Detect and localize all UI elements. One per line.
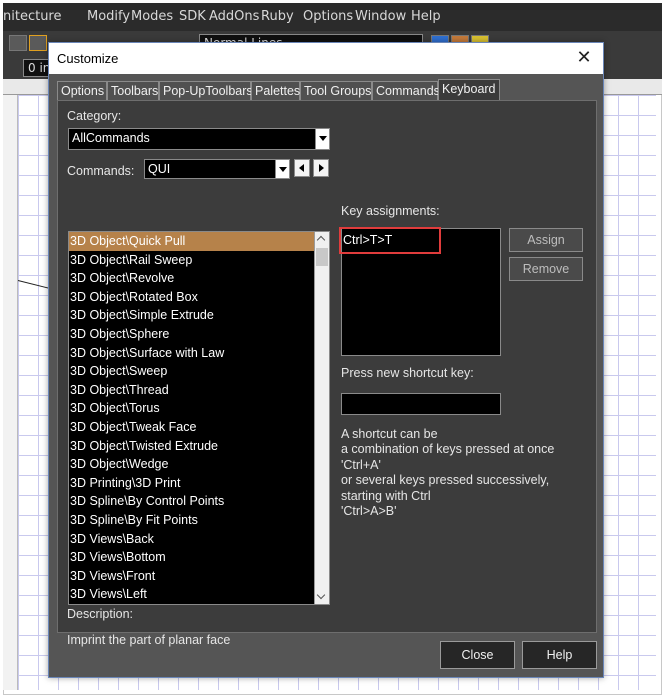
list-item[interactable]: 3D Object\Simple Extrude <box>69 306 315 325</box>
list-item[interactable]: 3D Spline\By Fit Points <box>69 511 315 530</box>
help-text-line: 'Ctrl>A>B' <box>341 504 397 518</box>
tab-commands[interactable]: Commands <box>372 81 440 101</box>
description-label: Description: <box>67 607 133 621</box>
tab-tool-groups[interactable]: Tool Groups <box>300 81 372 101</box>
list-item[interactable]: 3D Object\Twisted Extrude <box>69 437 315 456</box>
list-item[interactable]: 3D Views\Back <box>69 530 315 549</box>
menu-modes[interactable]: Modes <box>131 9 173 24</box>
menu-addons[interactable]: AddOns <box>209 9 259 24</box>
dialog-titlebar[interactable]: Customize ✕ <box>49 43 603 74</box>
list-item[interactable]: 3D Views\Left <box>69 585 315 604</box>
commands-filter-value: QUI <box>148 162 171 176</box>
remove-button[interactable]: Remove <box>509 257 583 281</box>
customize-dialog: Customize ✕ Options Toolbars Pop-UpToolb… <box>48 42 604 678</box>
scroll-down-icon[interactable] <box>315 590 329 604</box>
toolbar-tool-icon[interactable] <box>9 35 27 51</box>
list-item[interactable]: 3D Object\Sweep <box>69 362 315 381</box>
next-match-button[interactable] <box>313 159 329 177</box>
list-item[interactable]: 3D Object\Revolve <box>69 269 315 288</box>
list-item[interactable]: 3D Object\Rail Sweep <box>69 251 315 270</box>
list-item[interactable]: 3D Object\Sphere <box>69 325 315 344</box>
menu-architecture[interactable]: nitecture <box>3 9 62 24</box>
previous-match-button[interactable] <box>294 159 310 177</box>
close-icon[interactable]: ✕ <box>573 47 595 69</box>
category-value: AllCommands <box>72 131 150 145</box>
menu-sdk[interactable]: SDK <box>179 9 206 24</box>
list-item[interactable]: 3D Views\Bottom <box>69 548 315 567</box>
shortcut-key-input[interactable] <box>341 393 501 415</box>
category-select[interactable]: AllCommands <box>68 128 330 150</box>
tab-options[interactable]: Options <box>57 81 107 101</box>
help-text-line: A shortcut can be <box>341 427 438 441</box>
vertical-ruler <box>3 95 18 690</box>
press-shortcut-label: Press new shortcut key: <box>341 366 474 380</box>
list-item[interactable]: 3D Object\Tweak Face <box>69 418 315 437</box>
toolbar-active-tool-icon[interactable] <box>29 35 47 51</box>
commands-filter-input[interactable]: QUI <box>144 159 290 179</box>
help-text-line: or several keys pressed successively, <box>341 473 550 487</box>
commands-label: Commands: <box>67 164 135 178</box>
key-assignments-label: Key assignments: <box>341 204 440 218</box>
list-item[interactable]: 3D Object\Surface with Law <box>69 344 315 363</box>
list-item[interactable]: 3D Object\Thread <box>69 381 315 400</box>
tab-palettes[interactable]: Palettes <box>251 81 300 101</box>
commands-list[interactable]: 3D Object\Quick Pull 3D Object\Rail Swee… <box>68 231 330 605</box>
list-item[interactable]: 3D Object\Wedge <box>69 455 315 474</box>
menu-modify[interactable]: Modify <box>87 9 130 24</box>
dialog-title: Customize <box>57 51 119 66</box>
tab-keyboard[interactable]: Keyboard <box>438 79 500 101</box>
list-item[interactable]: 3D Spline\By Control Points <box>69 492 315 511</box>
menu-window[interactable]: Window <box>355 9 406 24</box>
category-label: Category: <box>67 109 122 123</box>
commands-scrollbar[interactable] <box>314 232 329 604</box>
tab-toolbars[interactable]: Toolbars <box>107 81 159 101</box>
menu-options[interactable]: Options <box>303 9 353 24</box>
close-button[interactable]: Close <box>440 641 515 669</box>
keyboard-panel: Category: AllCommands Commands: QUI 3D O… <box>57 100 597 647</box>
app-menubar: nitecture Modify Modes SDK AddOns Ruby O… <box>3 3 662 31</box>
list-item[interactable]: 3D Object\Torus <box>69 399 315 418</box>
help-text-line: starting with Ctrl <box>341 489 431 503</box>
menu-ruby[interactable]: Ruby <box>261 9 294 24</box>
list-item[interactable]: 3D Object\Quick Pull <box>69 232 315 251</box>
help-button[interactable]: Help <box>522 641 597 669</box>
list-item[interactable]: 3D Views\Front <box>69 567 315 586</box>
highlight-annotation <box>339 227 441 254</box>
menu-help[interactable]: Help <box>411 9 441 24</box>
chevron-down-icon[interactable] <box>315 129 329 149</box>
chevron-down-icon[interactable] <box>275 160 289 178</box>
scrollbar-thumb[interactable] <box>316 248 328 266</box>
assign-button[interactable]: Assign <box>509 228 583 252</box>
help-text-line: a combination of keys pressed at once <box>341 442 555 456</box>
list-item[interactable]: 3D Printing\3D Print <box>69 474 315 493</box>
description-text: Imprint the part of planar face <box>67 633 231 647</box>
tab-popup-toolbars[interactable]: Pop-UpToolbars <box>159 81 253 101</box>
scroll-up-icon[interactable] <box>315 232 329 246</box>
list-item[interactable]: 3D Object\Rotated Box <box>69 288 315 307</box>
help-text-line: 'Ctrl+A' <box>341 458 381 472</box>
